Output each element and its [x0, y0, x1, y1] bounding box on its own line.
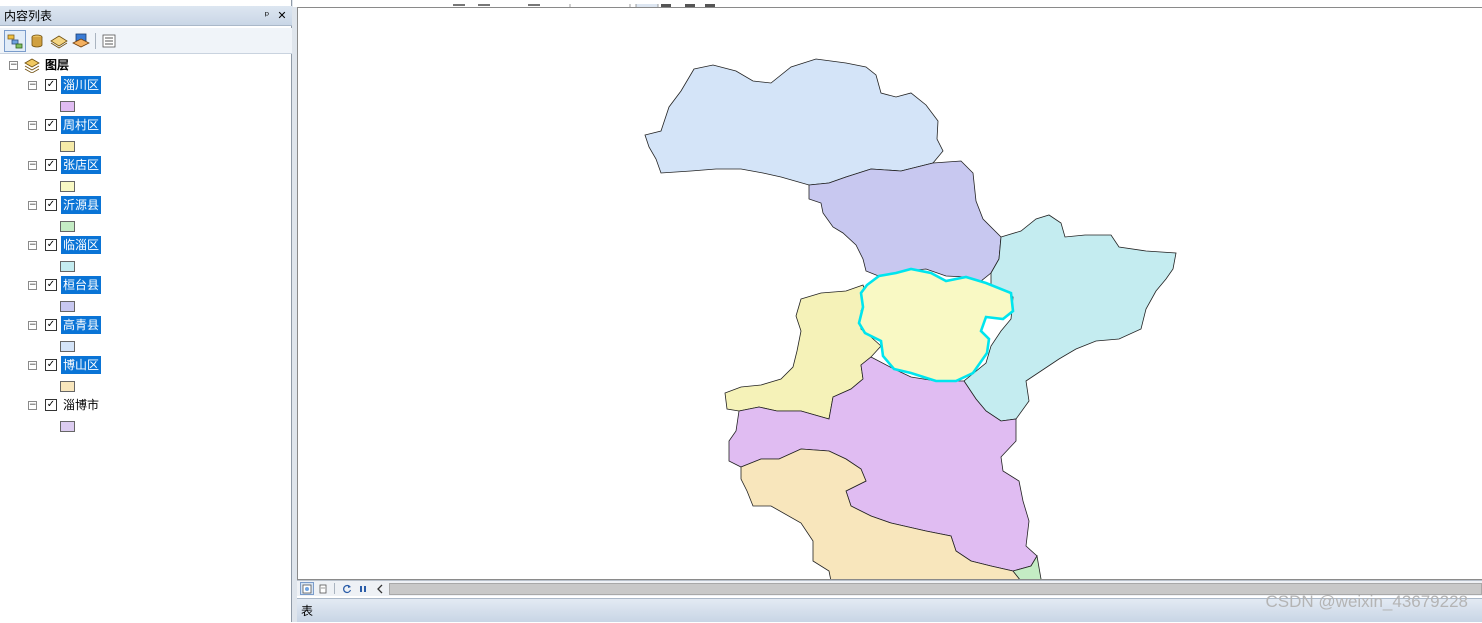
layer-symbol-swatch[interactable] [60, 261, 75, 272]
toc-tree: − 图层 − ✓ 淄川区 − ✓ 周村区 − ✓ 张店区 − ✓ 沂源县 − ✓ 临淄区 − ✓ 桓台县 − ✓ 高青县… [0, 55, 291, 622]
map-view[interactable] [297, 7, 1482, 580]
tree-root-row[interactable]: − 图层 [0, 55, 291, 75]
refresh-button[interactable] [340, 582, 354, 595]
layer-name-label[interactable]: 沂源县 [61, 196, 102, 214]
status-separator [334, 583, 335, 594]
layer-visibility-checkbox[interactable]: ✓ [45, 239, 57, 251]
layer-symbol-swatch[interactable] [60, 101, 75, 112]
layer-visibility-checkbox[interactable]: ✓ [45, 399, 57, 411]
toc-title: 内容列表 [4, 9, 53, 23]
collapse-icon[interactable]: − [28, 81, 37, 90]
layer-visibility-checkbox[interactable]: ✓ [45, 279, 57, 291]
layer-row[interactable]: − ✓ 淄博市 [0, 395, 291, 415]
drawing-order-icon [7, 34, 23, 49]
layout-view-button[interactable] [316, 582, 330, 595]
layers-icon [24, 58, 40, 73]
collapse-icon[interactable]: − [28, 201, 37, 210]
layers-selection-icon [72, 33, 90, 48]
list-by-drawing-order-button[interactable] [4, 30, 26, 52]
layer-visibility-checkbox[interactable]: ✓ [45, 159, 57, 171]
collapse-icon[interactable]: − [28, 161, 37, 170]
collapse-icon[interactable]: − [28, 401, 37, 410]
table-tab-label: 表 [301, 604, 314, 618]
list-by-source-button[interactable] [26, 30, 48, 52]
layer-visibility-checkbox[interactable]: ✓ [45, 319, 57, 331]
layer-row[interactable]: − ✓ 高青县 [0, 315, 291, 335]
data-view-button[interactable] [300, 582, 314, 595]
database-icon [31, 34, 43, 48]
layer-name-label[interactable]: 张店区 [61, 156, 102, 174]
layer-name-label[interactable]: 桓台县 [61, 276, 102, 294]
globe-icon [302, 584, 312, 593]
layer-row[interactable]: − ✓ 桓台县 [0, 275, 291, 295]
tree-root-label: 图层 [45, 58, 70, 72]
list-by-selection-button[interactable] [70, 30, 92, 52]
collapse-icon[interactable]: − [28, 281, 37, 290]
layers-visibility-icon [50, 35, 68, 49]
chevron-left-icon [377, 584, 383, 593]
layer-row[interactable]: − ✓ 淄川区 [0, 75, 291, 95]
layer-visibility-checkbox[interactable]: ✓ [45, 119, 57, 131]
page-icon [319, 584, 327, 593]
layer-name-label[interactable]: 淄博市 [61, 396, 101, 414]
top-toolbar-fragment [293, 0, 1482, 7]
layer-row[interactable]: − ✓ 博山区 [0, 355, 291, 375]
toolbar-separator [95, 33, 96, 49]
layer-name-label[interactable]: 淄川区 [61, 76, 102, 94]
layer-symbol-swatch[interactable] [60, 421, 75, 432]
watermark-text: CSDN @weixin_43679228 [1265, 592, 1468, 611]
close-icon[interactable]: ✕ [275, 8, 289, 24]
toc-title-bar: 内容列表 ᵖ ✕ [0, 6, 292, 26]
options-button[interactable] [98, 30, 120, 52]
map-region-gaoqing[interactable] [644, 58, 944, 186]
layer-symbol-swatch[interactable] [60, 381, 75, 392]
options-list-icon [102, 34, 116, 48]
layer-visibility-checkbox[interactable]: ✓ [45, 199, 57, 211]
layer-symbol-swatch[interactable] [60, 301, 75, 312]
toc-toolbar [0, 28, 292, 54]
layer-symbol-swatch[interactable] [60, 221, 75, 232]
layer-row[interactable]: − ✓ 临淄区 [0, 235, 291, 255]
layer-symbol-swatch[interactable] [60, 341, 75, 352]
pin-icon[interactable]: ᵖ [260, 8, 274, 24]
pause-icon [360, 585, 366, 592]
toc-panel: 内容列表 ᵖ ✕ − 图层 − ✓ 淄川区 − ✓ 周村区 − ✓ 张店区 − … [0, 0, 292, 622]
collapse-icon[interactable]: − [28, 121, 37, 130]
layer-name-label[interactable]: 周村区 [61, 116, 102, 134]
layer-name-label[interactable]: 博山区 [61, 356, 102, 374]
collapse-icon[interactable]: − [28, 361, 37, 370]
scroll-left-button[interactable] [373, 582, 387, 595]
list-by-visibility-button[interactable] [48, 30, 70, 52]
collapse-icon[interactable]: − [28, 321, 37, 330]
layer-row[interactable]: − ✓ 周村区 [0, 115, 291, 135]
layer-name-label[interactable]: 临淄区 [61, 236, 102, 254]
layer-row[interactable]: − ✓ 张店区 [0, 155, 291, 175]
layer-row[interactable]: − ✓ 沂源县 [0, 195, 291, 215]
layer-visibility-checkbox[interactable]: ✓ [45, 359, 57, 371]
layer-symbol-swatch[interactable] [60, 181, 75, 192]
layer-symbol-swatch[interactable] [60, 141, 75, 152]
map-canvas[interactable] [298, 8, 1482, 580]
layer-name-label[interactable]: 高青县 [61, 316, 102, 334]
layer-visibility-checkbox[interactable]: ✓ [45, 79, 57, 91]
pause-drawing-button[interactable] [356, 582, 370, 595]
collapse-icon[interactable]: − [28, 241, 37, 250]
refresh-icon [343, 584, 352, 593]
collapse-icon[interactable]: − [9, 61, 18, 70]
